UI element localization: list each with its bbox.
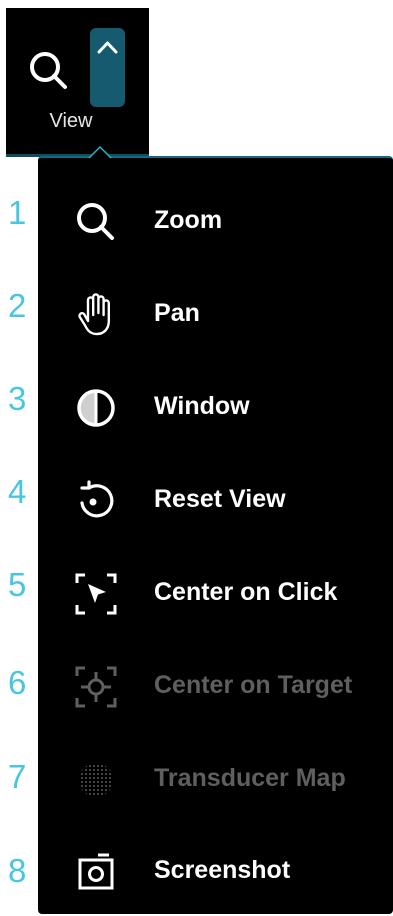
menu-item-screenshot[interactable]: Screenshot xyxy=(38,826,393,916)
menu-item-pan[interactable]: Pan xyxy=(38,269,393,359)
dot-grid-icon xyxy=(72,756,120,804)
menu-item-label: Screenshot xyxy=(154,856,291,884)
menu-item-label: Reset View xyxy=(154,485,286,513)
shortcut-number: 4 xyxy=(8,473,27,510)
view-toolbar-button[interactable]: View xyxy=(6,8,149,156)
view-dropdown-menu: Zoom Pan Window Reset View Center on Cli… xyxy=(38,156,393,914)
shortcut-number: 8 xyxy=(8,852,27,889)
shortcut-number: 7 xyxy=(8,758,27,795)
menu-item-zoom[interactable]: Zoom xyxy=(38,176,393,266)
shortcut-number: 1 xyxy=(8,194,27,231)
shortcut-number: 3 xyxy=(8,380,27,417)
view-label: View xyxy=(49,110,93,132)
cursor-target-icon xyxy=(72,570,120,618)
menu-item-label: Transducer Map xyxy=(154,764,346,792)
menu-item-transducer-map[interactable]: Transducer Map xyxy=(38,734,393,824)
menu-item-label: Pan xyxy=(154,299,200,327)
camera-icon xyxy=(72,848,120,896)
expand-menu-button[interactable] xyxy=(90,28,125,107)
shortcut-number: 2 xyxy=(8,287,27,324)
shortcut-number: 6 xyxy=(8,664,27,701)
menu-item-center-on-click[interactable]: Center on Click xyxy=(38,548,393,638)
menu-item-label: Zoom xyxy=(154,206,223,234)
half-circle-icon xyxy=(72,384,120,432)
menu-item-reset-view[interactable]: Reset View xyxy=(38,455,393,545)
menu-item-window[interactable]: Window xyxy=(38,362,393,452)
shortcut-number: 5 xyxy=(8,566,27,603)
zoom-icon xyxy=(72,198,120,246)
menu-pointer-arrow xyxy=(88,146,112,158)
menu-item-label: Center on Target xyxy=(154,671,353,699)
magnifier-icon xyxy=(26,48,70,97)
menu-item-label: Window xyxy=(154,392,250,420)
reset-rotate-icon xyxy=(72,477,120,525)
crosshair-target-icon xyxy=(72,663,120,711)
menu-item-center-on-target[interactable]: Center on Target xyxy=(38,641,393,731)
hand-icon xyxy=(72,291,120,339)
menu-item-label: Center on Click xyxy=(154,578,338,606)
